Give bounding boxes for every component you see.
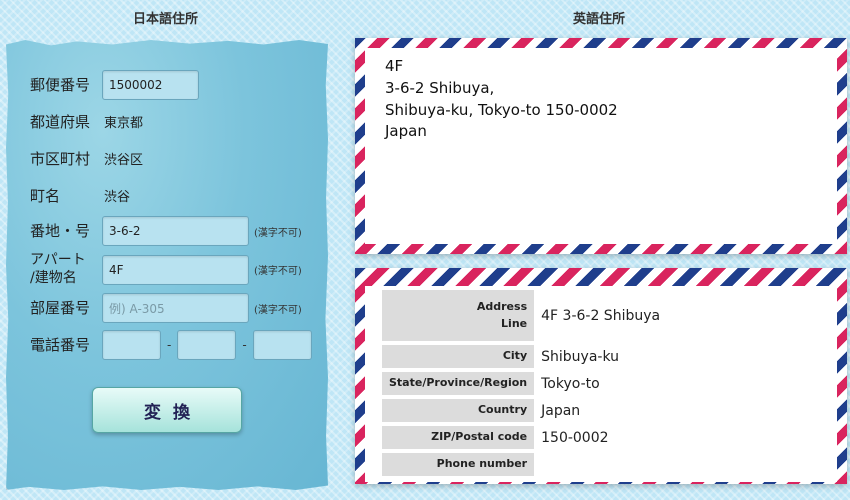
postal-code-input[interactable]: 1500002	[102, 70, 199, 100]
country-header: Country	[382, 399, 535, 422]
zip-header: ZIP/Postal code	[382, 426, 535, 449]
phone-header: Phone number	[382, 453, 535, 476]
japanese-address-heading: 日本語住所	[133, 12, 199, 27]
building-input[interactable]: 4F	[102, 254, 249, 285]
airmail-envelope-table: Address Line 4F 3-6-2 Shibuya City Shibu…	[355, 268, 847, 484]
english-address-heading: 英語住所	[573, 12, 626, 27]
address-line-2: 3-6-2 Shibuya,	[385, 78, 495, 97]
phone-value	[534, 453, 660, 476]
block-note: (漢字不可)	[254, 227, 302, 239]
state-header: State/Province/Region	[382, 372, 535, 395]
prefecture-value: 東京都	[104, 116, 144, 131]
building-row: アパート /建物名 4F (漢字不可)	[30, 252, 302, 287]
city-value-en: Shibuya-ku	[541, 348, 619, 365]
table-row: Country Japan	[382, 399, 660, 422]
english-address-text: 4F 3-6-2 Shibuya, Shibuya-ku, Tokyo-to 1…	[365, 48, 837, 151]
room-row: 部屋番号 例) A-305 (漢字不可)	[30, 293, 302, 323]
town-row: 町名 渋谷	[30, 186, 131, 206]
phone-separator-1: -	[167, 338, 172, 352]
room-label: 部屋番号	[30, 299, 91, 317]
building-label-line1: アパート	[30, 252, 86, 268]
state-value: Tokyo-to	[541, 375, 600, 392]
room-input[interactable]: 例) A-305	[102, 293, 249, 323]
address-line-header: Address Line	[382, 290, 535, 341]
building-note: (漢字不可)	[254, 266, 302, 277]
address-line-3: Shibuya-ku, Tokyo-to 150-0002	[385, 100, 618, 119]
convert-button[interactable]: 変換	[92, 387, 242, 433]
building-label-line2: /建物名	[30, 269, 77, 286]
block-row: 番地・号 3-6-2 (漢字不可)	[30, 216, 302, 246]
city-label: 市区町村	[30, 149, 91, 168]
zip-value: 150-0002	[541, 429, 609, 446]
phone-part2-input[interactable]	[177, 330, 237, 360]
block-input[interactable]: 3-6-2	[102, 216, 249, 246]
town-value: 渋谷	[104, 190, 131, 205]
phone-label: 電話番号	[30, 336, 91, 354]
phone-separator-2: -	[242, 338, 247, 352]
room-note: (漢字不可)	[254, 304, 302, 316]
table-row: City Shibuya-ku	[382, 345, 660, 368]
table-row: ZIP/Postal code 150-0002	[382, 426, 660, 449]
table-row: State/Province/Region Tokyo-to	[382, 372, 660, 395]
table-row: Phone number	[382, 453, 660, 476]
address-line-header-line1: Address	[476, 300, 528, 313]
city-header: City	[382, 345, 535, 368]
building-label: アパート /建物名	[30, 252, 102, 287]
phone-row: 電話番号 - -	[30, 330, 312, 360]
postal-code-row: 郵便番号 1500002	[30, 70, 199, 100]
address-line-header-line2: Line	[501, 316, 528, 330]
airmail-envelope-address: 4F 3-6-2 Shibuya, Shibuya-ku, Tokyo-to 1…	[355, 38, 847, 254]
town-label: 町名	[30, 186, 61, 205]
city-row: 市区町村 渋谷区	[30, 149, 144, 169]
address-line-value: 4F 3-6-2 Shibuya	[541, 307, 661, 324]
prefecture-label: 都道府県	[30, 112, 91, 131]
country-value: Japan	[541, 402, 581, 419]
address-line-1: 4F	[385, 57, 404, 75]
address-fields-table: Address Line 4F 3-6-2 Shibuya City Shibu…	[382, 286, 660, 480]
postal-code-label: 郵便番号	[30, 76, 91, 94]
city-value: 渋谷区	[104, 153, 144, 168]
table-row: Address Line 4F 3-6-2 Shibuya	[382, 290, 660, 341]
phone-part1-input[interactable]	[102, 330, 161, 360]
prefecture-row: 都道府県 東京都	[30, 112, 144, 132]
phone-part3-input[interactable]	[252, 330, 312, 360]
block-label: 番地・号	[30, 222, 91, 240]
address-line-4: Japan	[385, 122, 427, 141]
